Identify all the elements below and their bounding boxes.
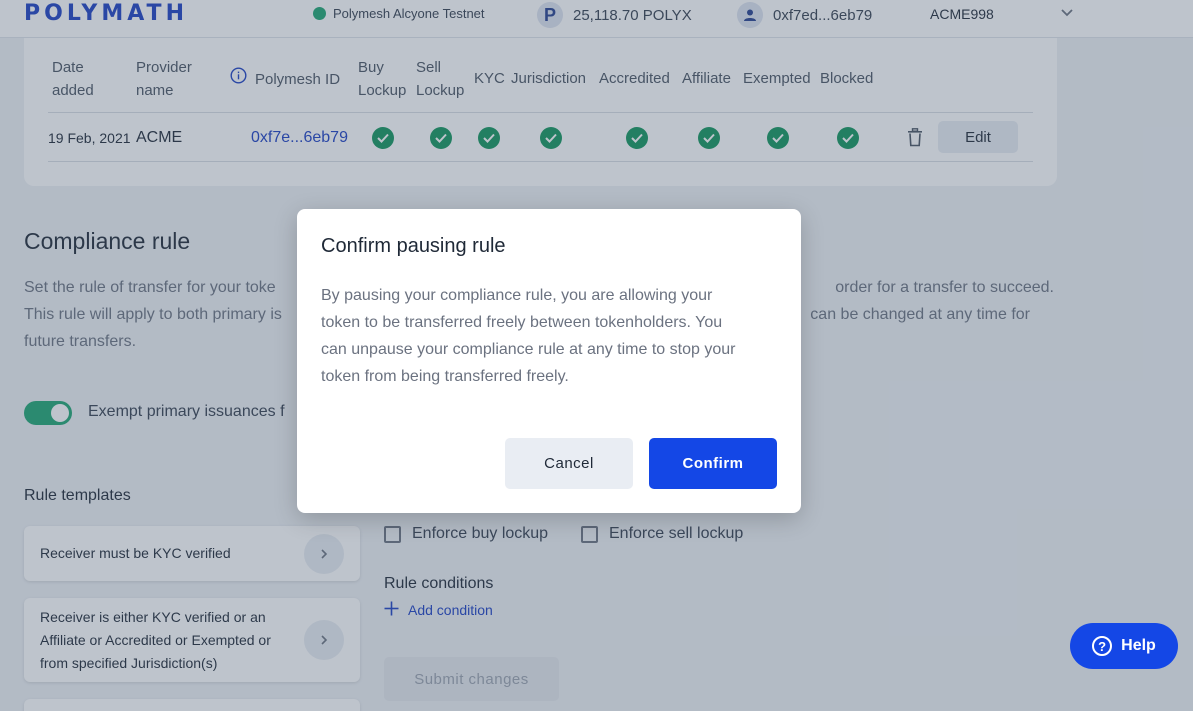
- confirm-pause-modal: Confirm pausing rule By pausing your com…: [297, 209, 801, 513]
- confirm-button[interactable]: Confirm: [649, 438, 777, 489]
- cancel-button[interactable]: Cancel: [505, 438, 633, 489]
- modal-body: By pausing your compliance rule, you are…: [321, 287, 736, 385]
- question-icon: ?: [1092, 636, 1113, 656]
- modal-title: Confirm pausing rule: [321, 235, 506, 257]
- help-button[interactable]: ? Help: [1070, 623, 1178, 669]
